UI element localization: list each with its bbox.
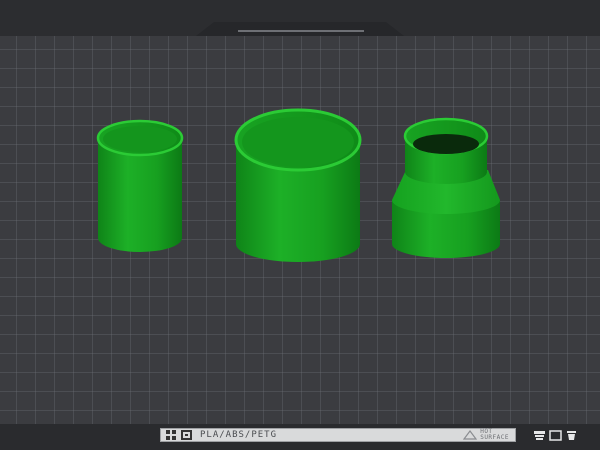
frame-icon[interactable] [549, 429, 562, 441]
model-wide-cylinder[interactable] [234, 108, 362, 262]
model-stepped-reducer[interactable] [392, 117, 500, 258]
warning-triangle-icon [463, 430, 478, 440]
surface-tag: HOT SURFACE [480, 429, 509, 441]
view-grid-icon[interactable] [166, 430, 176, 440]
model-straight-cylinder[interactable] [96, 119, 184, 252]
surface-tag-line2: SURFACE [480, 434, 509, 441]
status-bar: PLA/ABS/PETG HOT SURFACE [160, 428, 516, 442]
tool-icons [533, 428, 581, 442]
trash-icon[interactable] [565, 430, 578, 441]
model-scene [96, 108, 500, 262]
material-label: PLA/ABS/PETG [200, 430, 278, 440]
layers-icon[interactable] [533, 430, 546, 441]
surface-indicator: HOT SURFACE [463, 429, 509, 441]
view-frame-icon[interactable] [181, 430, 192, 440]
